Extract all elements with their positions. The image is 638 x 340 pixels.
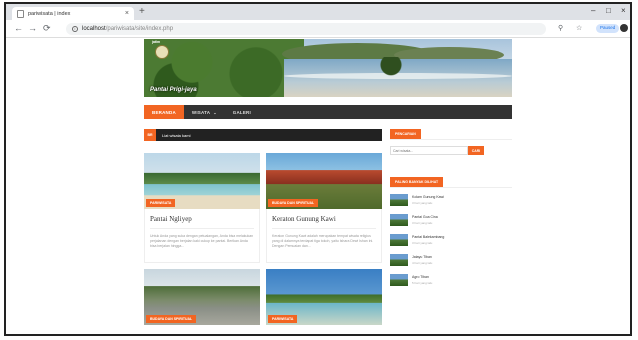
popular-thumbnail[interactable] <box>390 194 408 206</box>
divider <box>150 228 254 229</box>
site-logo[interactable] <box>155 45 169 59</box>
ticker-text[interactable]: Liat wisata kami <box>156 133 190 138</box>
avatar[interactable] <box>620 24 628 32</box>
popular-thumbnail[interactable] <box>390 234 408 246</box>
post-card[interactable]: PARIWISATA Pantai Ngliyep Untuk Anda yan… <box>144 153 260 263</box>
maximize-button[interactable]: □ <box>606 6 611 15</box>
browser-window: pariwisata | index × + – □ × ← → ⟳ i loc… <box>4 2 632 336</box>
popular-title[interactable]: Pantai Balekambang <box>412 235 444 239</box>
category-badge[interactable]: PARIWISATA <box>268 315 298 323</box>
post-title[interactable]: Pantai Ngliyep <box>150 215 254 223</box>
divider <box>390 139 512 140</box>
post-thumbnail[interactable]: BUDAYA DAN SPIRITUAL <box>266 153 382 209</box>
divider <box>272 228 376 229</box>
post-thumbnail[interactable]: PARIWISATA <box>144 153 260 209</box>
page-icon <box>17 9 24 18</box>
banner-palm <box>379 57 403 83</box>
post-body: Pantai Ngliyep Untuk Anda yang suka deng… <box>144 209 260 263</box>
search-button[interactable]: CARI <box>468 146 484 155</box>
nav-label: BERANDA <box>152 109 176 115</box>
popular-date: 4 hari yang lalu <box>412 261 433 265</box>
sidebar: PENCARIAN CARI PALING BANYAK DILIHAT Kol… <box>390 129 512 325</box>
list-item[interactable]: Pantai Goa Cina 3 hari yang lalu <box>390 214 512 226</box>
category-badge[interactable]: BUDAYA DAN SPIRITUAL <box>146 315 197 323</box>
url-path: /pariwisata/site/index.php <box>105 26 174 32</box>
nav-item-galeri[interactable]: GALERI <box>225 105 259 119</box>
profile-paused-button[interactable]: Paused <box>596 24 620 33</box>
list-item[interactable]: Kolam Gunung Kawi 3 hari yang lalu <box>390 194 512 206</box>
nav-item-wisata[interactable]: WISATA ⌄ <box>184 105 225 119</box>
post-body: Keraton Gunung Kawi Keraton Gunung Kawi … <box>266 209 382 263</box>
popular-thumbnail[interactable] <box>390 274 408 286</box>
url-host: localhost <box>82 26 106 32</box>
info-icon[interactable]: i <box>72 26 78 32</box>
bookmark-star-icon[interactable]: ☆ <box>576 24 582 32</box>
popular-date: 5 hari yang lalu <box>412 281 433 285</box>
address-bar[interactable]: i localhost /pariwisata/site/index.php <box>66 23 546 35</box>
popular-title[interactable]: Kolam Gunung Kawi <box>412 195 444 199</box>
popular-date: 3 hari yang lalu <box>412 221 433 225</box>
post-excerpt: Untuk Anda yang suka dengan petualangan,… <box>150 234 254 248</box>
popular-widget-title: PALING BANYAK DILIHAT <box>390 177 444 187</box>
new-tab-button[interactable]: + <box>139 6 145 17</box>
nav-label: WISATA <box>191 109 211 115</box>
post-excerpt: Keraton Gunung Kawi adalah merupakan tem… <box>272 234 374 248</box>
search-form: CARI <box>390 146 512 155</box>
forward-icon[interactable]: → <box>28 23 37 33</box>
main-nav: BERANDA WISATA ⌄ GALERI <box>144 105 512 119</box>
popular-thumbnail[interactable] <box>390 214 408 226</box>
list-item[interactable]: Agro Tiban 5 hari yang lalu <box>390 274 512 286</box>
header-banner: jatim Pantai Prigi-jaya <box>144 39 512 97</box>
close-window-button[interactable]: × <box>621 6 626 15</box>
search-input[interactable] <box>390 146 468 155</box>
logo-text: jatim <box>152 40 161 44</box>
back-icon[interactable]: ← <box>14 23 23 33</box>
search-widget-title: PENCARIAN <box>390 129 421 139</box>
content-area: BR Liat wisata kami PARIWISATA Pantai Ng… <box>144 129 512 325</box>
post-grid: PARIWISATA Pantai Ngliyep Untuk Anda yan… <box>144 153 382 325</box>
post-title[interactable]: Keraton Gunung Kawi <box>272 215 376 223</box>
ticker-label: BR <box>144 129 156 141</box>
chevron-down-icon: ⌄ <box>213 109 217 115</box>
page-viewport: jatim Pantai Prigi-jaya BERANDA WISATA ⌄… <box>6 39 630 334</box>
main-column: BR Liat wisata kami PARIWISATA Pantai Ng… <box>144 129 382 325</box>
browser-tab[interactable]: pariwisata | index × <box>12 7 134 20</box>
popular-thumbnail[interactable] <box>390 254 408 266</box>
minimize-button[interactable]: – <box>591 6 595 15</box>
post-thumbnail[interactable]: PARIWISATA <box>266 269 382 325</box>
nav-item-beranda[interactable]: BERANDA <box>144 105 184 119</box>
tab-title: pariwisata | index <box>28 10 71 17</box>
divider <box>390 187 512 188</box>
reload-icon[interactable]: ⟳ <box>43 23 51 34</box>
post-card[interactable]: BUDAYA DAN SPIRITUAL <box>144 269 260 325</box>
browser-toolbar: ← → ⟳ i localhost /pariwisata/site/index… <box>6 20 630 38</box>
nav-label: GALERI <box>232 109 251 115</box>
post-thumbnail[interactable]: BUDAYA DAN SPIRITUAL <box>144 269 260 325</box>
site-title: Pantai Prigi-jaya <box>150 87 197 93</box>
list-item[interactable]: Jatayu Tiban 4 hari yang lalu <box>390 254 512 266</box>
category-badge[interactable]: BUDAYA DAN SPIRITUAL <box>268 199 319 207</box>
popular-date: 3 hari yang lalu <box>412 241 433 245</box>
zoom-icon[interactable]: ⚲ <box>558 24 563 32</box>
post-card[interactable]: PARIWISATA <box>266 269 382 325</box>
tab-strip: pariwisata | index × + – □ × <box>6 4 630 20</box>
popular-widget: PALING BANYAK DILIHAT Kolam Gunung Kawi 3… <box>390 177 512 286</box>
popular-title[interactable]: Jatayu Tiban <box>412 255 432 259</box>
list-item[interactable]: Pantai Balekambang 3 hari yang lalu <box>390 234 512 246</box>
post-card[interactable]: BUDAYA DAN SPIRITUAL Keraton Gunung Kawi… <box>266 153 382 263</box>
site-container: jatim Pantai Prigi-jaya BERANDA WISATA ⌄… <box>144 39 512 325</box>
popular-title[interactable]: Agro Tiban <box>412 275 432 279</box>
category-badge[interactable]: PARIWISATA <box>146 199 176 207</box>
news-ticker: BR Liat wisata kami <box>144 129 382 141</box>
popular-title[interactable]: Pantai Goa Cina <box>412 215 438 219</box>
close-tab-icon[interactable]: × <box>125 10 129 17</box>
popular-date: 3 hari yang lalu <box>412 201 433 205</box>
